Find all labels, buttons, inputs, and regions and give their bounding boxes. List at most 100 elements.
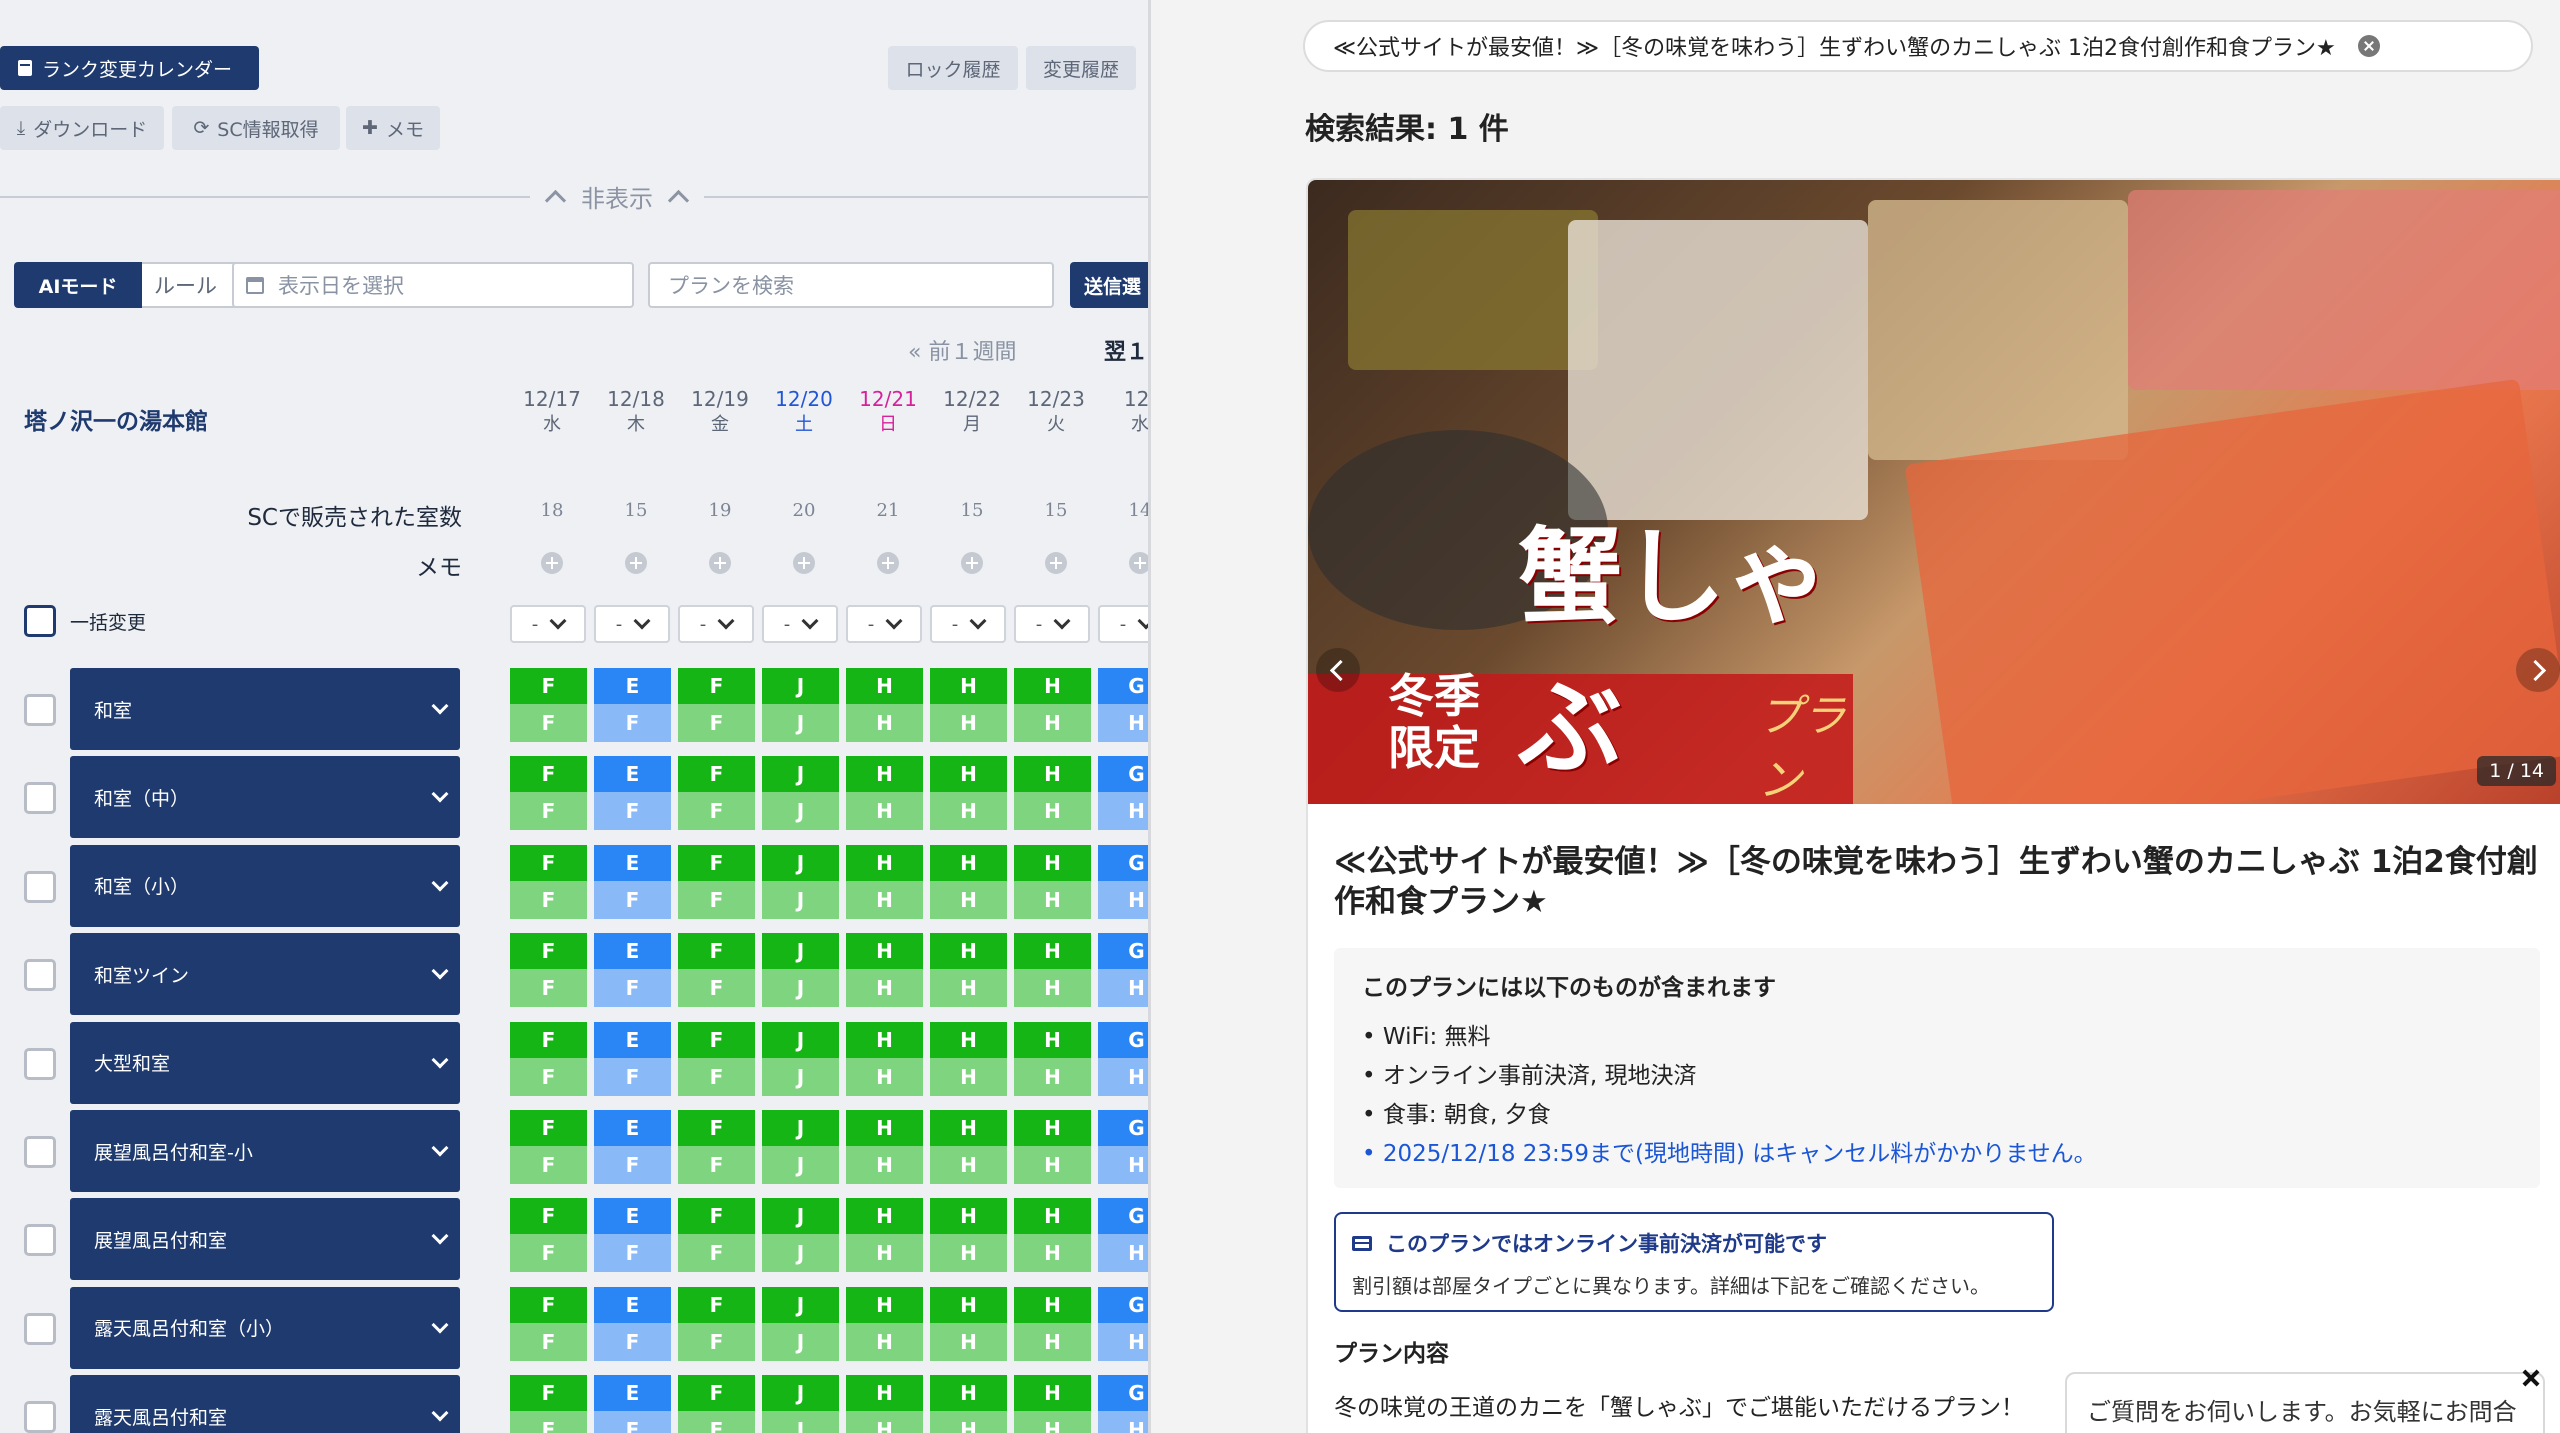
rank-cell[interactable]: JJ [762,668,839,742]
rank-cell[interactable]: FF [678,756,755,831]
rank-cell[interactable]: HH [1014,1375,1091,1433]
room-checkbox[interactable] [24,1047,56,1080]
bulk-rank-select[interactable]: - [594,605,670,643]
rank-cell[interactable]: EF [594,1286,671,1361]
rank-cell[interactable]: GH [1098,933,1148,1008]
rank-cell[interactable]: FF [510,933,587,1008]
rank-cell[interactable]: GH [1098,1375,1148,1433]
plan-search-input[interactable]: プランを検索 [648,262,1054,308]
bulk-rank-select[interactable]: - [762,605,838,643]
bulk-rank-select[interactable]: - [678,605,754,643]
close-chat-icon[interactable] [2517,1364,2545,1392]
rank-cell[interactable]: HH [1014,1110,1091,1184]
rank-calendar-button[interactable]: ランク変更カレンダー [0,46,259,90]
lock-history-button[interactable]: ロック履歴 [888,46,1018,90]
rank-cell[interactable]: FF [510,844,587,919]
rank-cell[interactable]: FF [678,844,755,919]
rank-cell[interactable]: GH [1098,1286,1148,1361]
plan-card[interactable]: 冬季限定 蟹しゃぶ プラン 1 / 14 ≪公式サイトが最安値！≫［冬の味覚を味… [1306,178,2560,1433]
rank-cell[interactable]: FF [678,668,755,742]
rank-cell[interactable]: JJ [762,1021,839,1096]
room-checkbox[interactable] [24,959,56,992]
rank-cell[interactable]: EF [594,1021,671,1096]
rank-cell[interactable]: JJ [762,756,839,831]
rank-cell[interactable]: GH [1098,1110,1148,1184]
prev-image-button[interactable] [1316,648,1360,692]
rank-cell[interactable]: HH [930,933,1007,1008]
rank-cell[interactable]: HH [930,1286,1007,1361]
room-checkbox[interactable] [24,782,56,815]
room-checkbox[interactable] [24,1136,56,1168]
next-image-button[interactable] [2516,648,2560,692]
add-memo-icon[interactable] [961,552,983,574]
add-memo-icon[interactable] [877,552,899,574]
rank-cell[interactable]: GH [1098,756,1148,831]
bulk-rank-select[interactable]: - [1014,605,1090,643]
prev-week-link[interactable]: « 前１週間 [908,334,1016,366]
rank-cell[interactable]: HH [1014,844,1091,919]
room-type-button[interactable]: 展望風呂付和室-小 [70,1110,460,1192]
rank-cell[interactable]: EF [594,756,671,831]
next-week-link[interactable]: 翌１ [1104,334,1148,366]
rank-cell[interactable]: JJ [762,1110,839,1184]
rank-cell[interactable]: JJ [762,1375,839,1433]
room-type-button[interactable]: 和室（小） [70,844,460,927]
rank-cell[interactable]: FF [510,1375,587,1433]
rank-cell[interactable]: FF [510,1110,587,1184]
plan-photo[interactable]: 冬季限定 蟹しゃぶ プラン 1 / 14 [1308,180,2560,804]
rank-cell[interactable]: HH [1014,933,1091,1008]
room-type-button[interactable]: 和室ツイン [70,933,460,1016]
rank-cell[interactable]: FF [678,1286,755,1361]
rank-cell[interactable]: EF [594,1198,671,1273]
add-memo-button[interactable]: ✚ メモ [346,106,440,150]
rank-cell[interactable]: EF [594,1110,671,1184]
bulk-rank-select[interactable]: - [1098,605,1148,643]
room-type-button[interactable]: 和室 [70,668,460,750]
room-type-button[interactable]: 大型和室 [70,1021,460,1104]
rank-cell[interactable]: EF [594,668,671,742]
chat-widget[interactable]: ご質問をお伺いします。お気軽にお問合せ [2065,1372,2545,1433]
rank-cell[interactable]: HH [846,668,923,742]
rank-cell[interactable]: HH [930,1110,1007,1184]
rank-cell[interactable]: JJ [762,1286,839,1361]
rank-cell[interactable]: JJ [762,933,839,1008]
add-memo-icon[interactable] [709,552,731,574]
rank-cell[interactable]: HH [846,1286,923,1361]
rank-cell[interactable]: HH [1014,756,1091,831]
rank-cell[interactable]: EF [594,1375,671,1433]
sc-fetch-button[interactable]: ⟳ SC情報取得 [172,106,340,150]
bulk-rank-select[interactable]: - [930,605,1006,643]
add-memo-icon[interactable] [541,552,563,574]
room-checkbox[interactable] [24,1401,56,1433]
rank-cell[interactable]: EF [594,933,671,1008]
rank-cell[interactable]: HH [846,844,923,919]
rank-cell[interactable]: HH [1014,1286,1091,1361]
rank-cell[interactable]: FF [678,1198,755,1273]
room-checkbox[interactable] [24,694,56,726]
rank-cell[interactable]: GH [1098,1198,1148,1273]
room-checkbox[interactable] [24,1312,56,1345]
rank-cell[interactable]: HH [1014,1198,1091,1273]
rank-cell[interactable]: HH [930,668,1007,742]
rank-cell[interactable]: HH [846,933,923,1008]
bulk-rank-select[interactable]: - [846,605,922,643]
rank-cell[interactable]: FF [510,1021,587,1096]
search-filter-chip[interactable]: ≪公式サイトが最安値！≫［冬の味覚を味わう］生ずわい蟹のカニしゃぶ 1泊2食付創… [1303,20,2533,72]
rank-cell[interactable]: FF [510,1286,587,1361]
clear-icon[interactable] [2357,35,2380,57]
rank-cell[interactable]: HH [846,1198,923,1273]
rank-cell[interactable]: HH [930,1375,1007,1433]
add-memo-icon[interactable] [625,552,647,574]
add-memo-icon[interactable] [793,552,815,574]
rank-cell[interactable]: GH [1098,668,1148,742]
rank-cell[interactable]: GH [1098,1021,1148,1096]
room-type-button[interactable]: 展望風呂付和室 [70,1198,460,1281]
rank-cell[interactable]: JJ [762,1198,839,1273]
rank-cell[interactable]: HH [930,1021,1007,1096]
add-memo-icon[interactable] [1045,552,1067,574]
room-type-button[interactable]: 露天風呂付和室 [70,1375,460,1433]
send-button[interactable]: 送信選 [1070,262,1148,308]
rank-cell[interactable]: FF [678,1110,755,1184]
rank-cell[interactable]: EF [594,844,671,919]
rule-input[interactable]: ルール [142,262,238,308]
